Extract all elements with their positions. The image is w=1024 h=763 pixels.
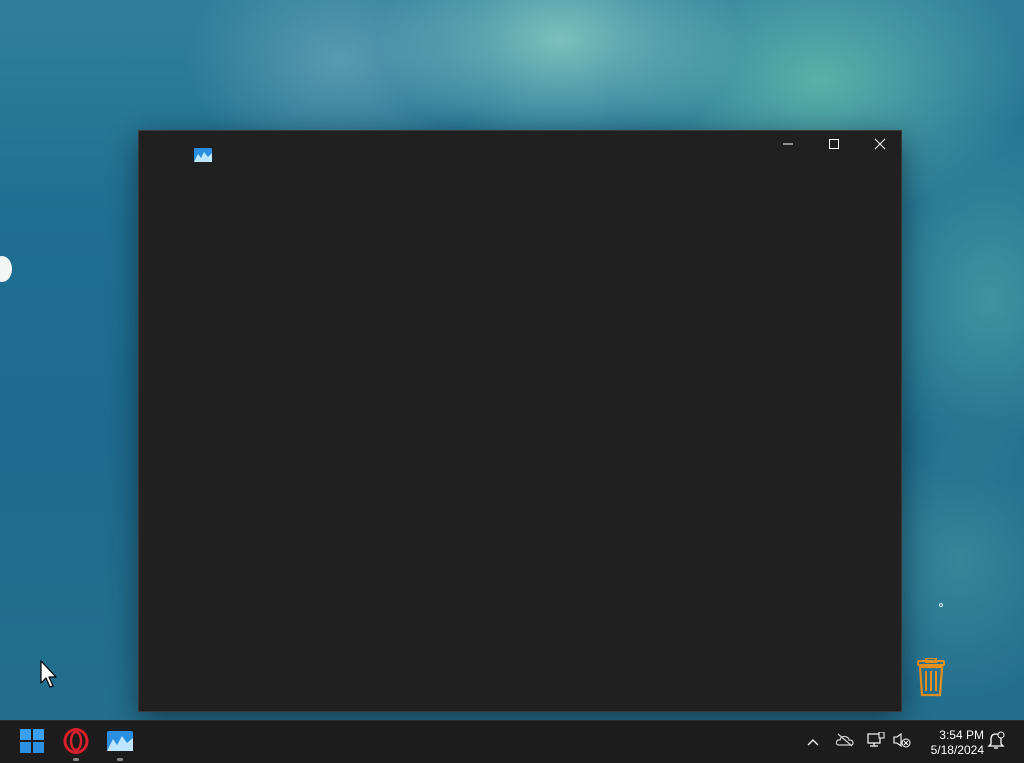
clock-time: 3:54 PM	[939, 728, 984, 742]
network-icon	[867, 731, 885, 753]
volume-muted-icon	[893, 732, 911, 753]
onedrive-tray-button[interactable]	[834, 731, 856, 753]
minimize-button[interactable]	[765, 131, 811, 161]
opera-browser-icon	[63, 727, 89, 759]
image-viewer-icon	[107, 730, 133, 756]
onedrive-offline-icon	[835, 733, 854, 752]
network-tray-button[interactable]	[865, 731, 887, 753]
recycle-bin-icon[interactable]	[914, 657, 948, 698]
clock-date: 5/18/2024	[930, 743, 984, 757]
windows-start-icon	[20, 728, 44, 758]
desktop-shortcut-icon[interactable]	[0, 256, 12, 282]
app-window	[138, 130, 902, 712]
running-indicator	[117, 758, 123, 761]
close-button[interactable]	[857, 131, 903, 161]
notification-center-button[interactable]	[985, 731, 1007, 753]
mouse-cursor-icon	[40, 660, 60, 690]
notification-icon	[987, 731, 1005, 754]
start-button[interactable]	[12, 725, 52, 761]
volume-tray-button[interactable]	[891, 731, 913, 753]
clock[interactable]: 3:54 PM 5/18/2024	[918, 728, 984, 758]
taskbar-image-viewer[interactable]	[100, 725, 140, 761]
taskbar-opera-browser[interactable]	[56, 725, 96, 761]
image-viewer-icon	[194, 148, 212, 162]
maximize-button[interactable]	[811, 131, 857, 161]
close-icon	[874, 137, 886, 155]
running-indicator	[73, 758, 79, 761]
maximize-icon	[828, 137, 840, 155]
desktop	[0, 0, 1024, 720]
desktop-dot	[939, 603, 943, 607]
show-hidden-icons-button[interactable]	[802, 731, 824, 753]
taskbar: 3:54 PM 5/18/2024	[0, 720, 1024, 763]
title-bar[interactable]	[139, 131, 903, 162]
minimize-icon	[782, 137, 794, 155]
chevron-up-icon	[807, 733, 819, 751]
